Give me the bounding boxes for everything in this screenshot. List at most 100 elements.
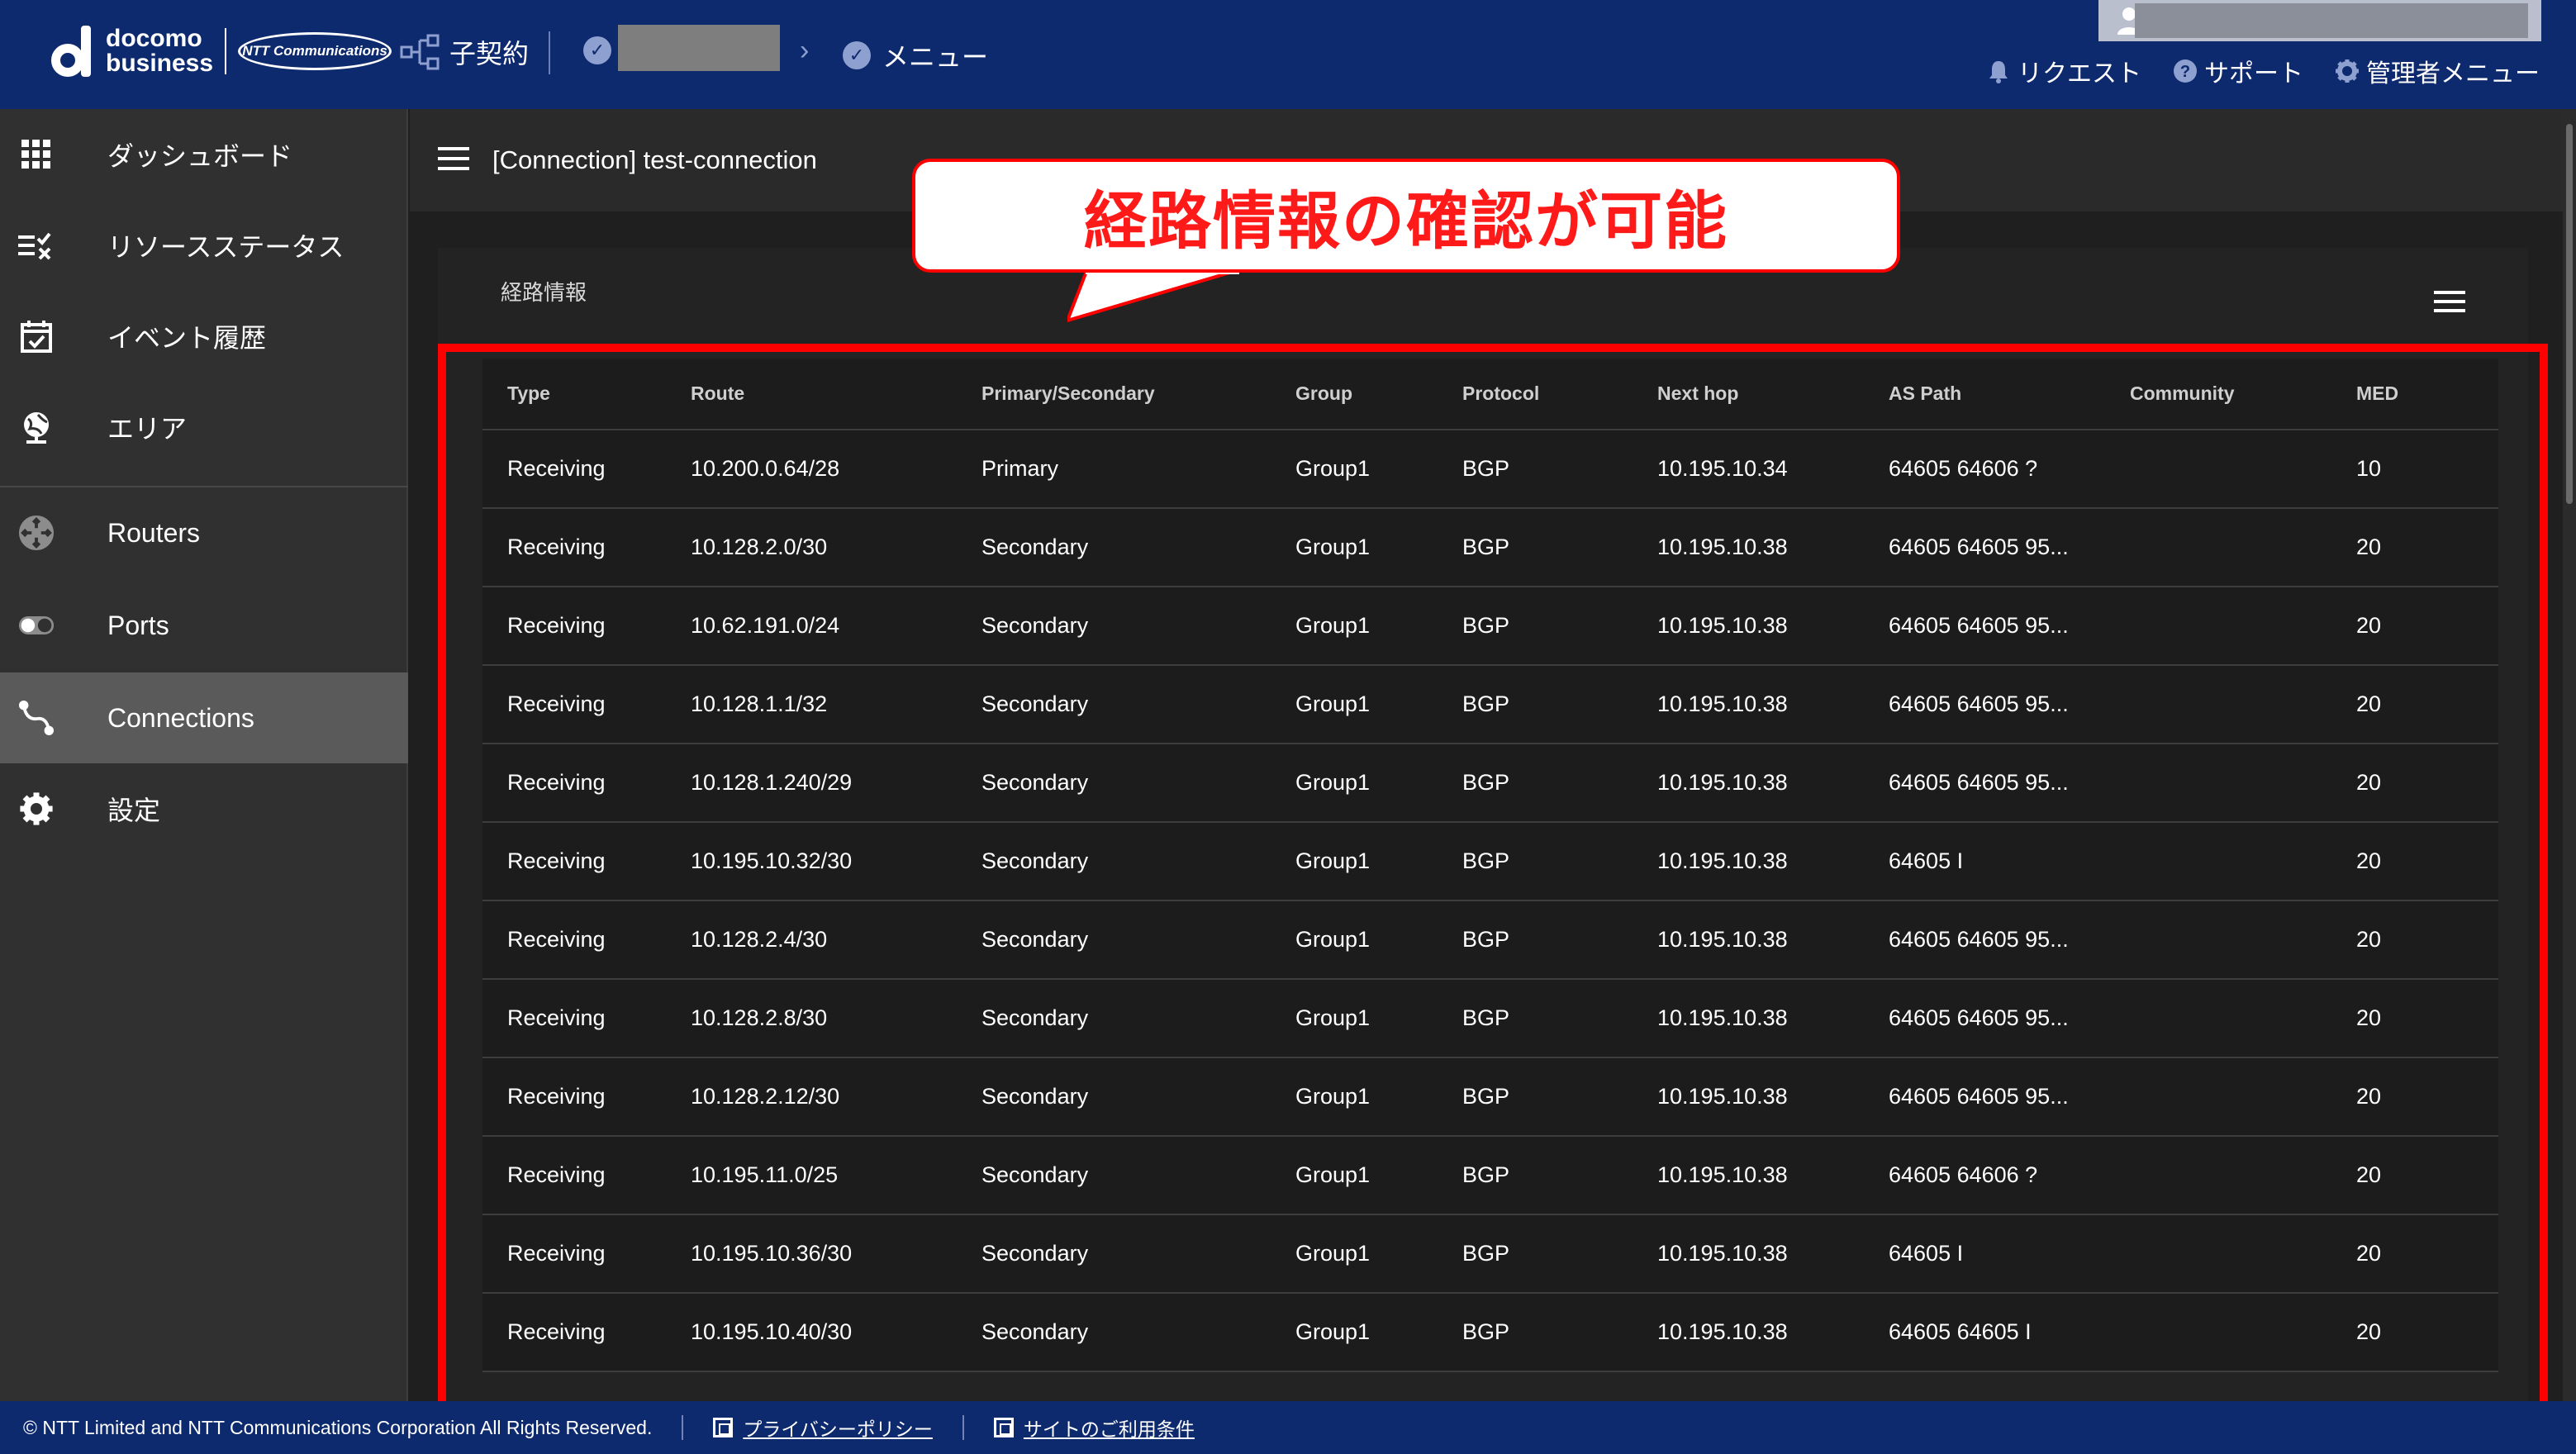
privacy-policy-link[interactable]: プライバシーポリシー xyxy=(713,1414,933,1442)
cell-protocol: BGP xyxy=(1462,979,1657,1058)
cell-group: Group1 xyxy=(1295,822,1462,901)
cell-next-hop: 10.195.10.38 xyxy=(1657,744,1889,823)
table-row[interactable]: Receiving 10.62.191.0/24 Secondary Group1 BG… xyxy=(482,587,2498,666)
cell-type: Receiving xyxy=(482,1057,691,1137)
cell-type: Receiving xyxy=(482,1136,691,1215)
cell-protocol: BGP xyxy=(1462,744,1657,823)
table-row[interactable]: Receiving 10.128.1.240/29 Secondary Group1 B… xyxy=(482,744,2498,823)
cell-group: Group1 xyxy=(1295,508,1462,587)
svg-text:?: ? xyxy=(2180,63,2190,81)
cell-med: 20 xyxy=(2356,979,2498,1058)
column-header-route[interactable]: Route xyxy=(691,359,981,430)
gear-icon xyxy=(18,791,55,827)
sidebar-item-area[interactable]: エリア xyxy=(0,382,408,473)
cell-group: Group1 xyxy=(1295,1136,1462,1215)
column-header-med[interactable]: MED xyxy=(2356,359,2498,430)
column-header-protocol[interactable]: Protocol xyxy=(1462,359,1657,430)
router-icon xyxy=(18,515,55,551)
column-header-type[interactable]: Type xyxy=(482,359,691,430)
cell-next-hop: 10.195.10.38 xyxy=(1657,900,1889,980)
column-header-next-hop[interactable]: Next hop xyxy=(1657,359,1889,430)
scrollbar-thumb[interactable] xyxy=(2566,124,2573,504)
copyright-text: © NTT Limited and NTT Communications Cor… xyxy=(23,1416,653,1438)
calendar-check-icon xyxy=(18,318,55,354)
cell-as-path: 64605 64606 ? xyxy=(1889,430,2130,509)
cell-primary-secondary: Secondary xyxy=(981,822,1295,901)
cell-next-hop: 10.195.10.38 xyxy=(1657,587,1889,666)
terms-of-use-link[interactable]: サイトのご利用条件 xyxy=(993,1414,1195,1442)
support-link[interactable]: ? サポート xyxy=(2173,53,2303,89)
callout-annotation: 経路情報の確認が可能 xyxy=(912,159,1900,273)
sidebar-item-event-history[interactable]: イベント履歴 xyxy=(0,291,408,382)
cell-med: 20 xyxy=(2356,508,2498,587)
cell-med: 20 xyxy=(2356,665,2498,744)
sidebar-item-resource-status[interactable]: リソースステータス xyxy=(0,200,408,291)
redacted-user-name xyxy=(2135,3,2528,38)
brand-line2: business xyxy=(106,50,214,77)
table-row[interactable]: Receiving 10.195.10.36/30 Secondary Group1 B… xyxy=(482,1214,2498,1294)
table-row[interactable]: Receiving 10.128.2.12/30 Secondary Group1 BG… xyxy=(482,1057,2498,1137)
cell-primary-secondary: Secondary xyxy=(981,508,1295,587)
footer: © NTT Limited and NTT Communications Cor… xyxy=(0,1401,2576,1454)
cell-group: Group1 xyxy=(1295,1214,1462,1294)
table-row[interactable]: Receiving 10.195.10.32/30 Secondary Group1 B… xyxy=(482,822,2498,901)
cell-group: Group1 xyxy=(1295,1293,1462,1372)
cell-next-hop: 10.195.10.38 xyxy=(1657,822,1889,901)
column-header-community[interactable]: Community xyxy=(2130,359,2356,430)
table-row[interactable]: Receiving 10.128.1.1/32 Secondary Group1 BGP… xyxy=(482,665,2498,744)
sidebar-item-routers[interactable]: Routers xyxy=(0,487,408,578)
table-row[interactable]: Receiving 10.128.2.4/30 Secondary Group1 BGP… xyxy=(482,900,2498,980)
table-row[interactable]: Receiving 10.195.10.40/30 Secondary Group1 B… xyxy=(482,1293,2498,1372)
cell-protocol: BGP xyxy=(1462,587,1657,666)
cell-group: Group1 xyxy=(1295,1057,1462,1137)
docomo-d-icon xyxy=(51,26,94,77)
cell-med: 20 xyxy=(2356,1214,2498,1294)
admin-menu-link[interactable]: 管理者メニュー xyxy=(2335,53,2540,89)
cell-group: Group1 xyxy=(1295,665,1462,744)
sidebar-item-ports[interactable]: Ports xyxy=(0,580,408,671)
table-row[interactable]: Receiving 10.200.0.64/28 Primary Group1 BGP 1… xyxy=(482,430,2498,509)
header-links: リクエスト ? サポート 管理者メニュー xyxy=(1986,53,2540,89)
request-link[interactable]: リクエスト xyxy=(1986,53,2141,89)
cell-type: Receiving xyxy=(482,1214,691,1294)
cell-primary-secondary: Secondary xyxy=(981,979,1295,1058)
hamburger-menu-icon[interactable] xyxy=(438,147,469,172)
list-check-icon xyxy=(18,227,55,264)
menu-label: メニュー xyxy=(882,42,989,72)
column-header-primary-secondary[interactable]: Primary/Secondary xyxy=(981,359,1295,430)
cell-route: 10.195.11.0/25 xyxy=(691,1136,981,1215)
menu-selector[interactable]: ✓ メニュー xyxy=(843,36,988,74)
redacted-contract-name xyxy=(618,25,780,71)
cell-protocol: BGP xyxy=(1462,822,1657,901)
top-header: docomo business NTT Communications 子契約 ✓… xyxy=(0,0,2576,109)
cell-next-hop: 10.195.10.38 xyxy=(1657,1057,1889,1137)
user-account-button[interactable] xyxy=(2098,0,2541,41)
cell-group: Group1 xyxy=(1295,744,1462,823)
table-row[interactable]: Receiving 10.195.11.0/25 Secondary Group1 BG… xyxy=(482,1136,2498,1215)
table-header-row: Type Route Primary/Secondary Group Proto… xyxy=(482,359,2498,430)
cell-as-path: 64605 64605 95... xyxy=(1889,665,2130,744)
cell-type: Receiving xyxy=(482,900,691,980)
cell-as-path: 64605 64605 95... xyxy=(1889,744,2130,823)
check-circle-icon: ✓ xyxy=(843,41,871,69)
docomo-business-logo[interactable]: docomo business NTT Communications xyxy=(51,21,392,81)
table-row[interactable]: Receiving 10.128.2.0/30 Secondary Group1 BGP… xyxy=(482,508,2498,587)
column-header-as-path[interactable]: AS Path xyxy=(1889,359,2130,430)
gear-icon xyxy=(2336,59,2359,83)
cell-community xyxy=(2130,665,2356,744)
bell-icon xyxy=(1989,61,2008,83)
sidebar: ダッシュボード リソースステータス イベント履歴 エリア Routers Por… xyxy=(0,109,408,1401)
sidebar-item-connections[interactable]: Connections xyxy=(0,672,408,763)
contract-switcher[interactable]: 子契約 xyxy=(400,33,529,71)
contract-selector[interactable]: ✓ xyxy=(583,36,611,64)
check-circle-icon: ✓ xyxy=(583,36,611,64)
card-menu-icon[interactable] xyxy=(2434,291,2465,314)
help-icon: ? xyxy=(2174,59,2197,83)
cell-protocol: BGP xyxy=(1462,430,1657,509)
table-row[interactable]: Receiving 10.128.2.8/30 Secondary Group1 BGP… xyxy=(482,979,2498,1058)
sidebar-item-dashboard[interactable]: ダッシュボード xyxy=(0,109,408,200)
column-header-group[interactable]: Group xyxy=(1295,359,1462,430)
sidebar-item-settings[interactable]: 設定 xyxy=(0,763,408,854)
cell-next-hop: 10.195.10.38 xyxy=(1657,508,1889,587)
ntt-communications-logo: NTT Communications xyxy=(238,32,392,70)
